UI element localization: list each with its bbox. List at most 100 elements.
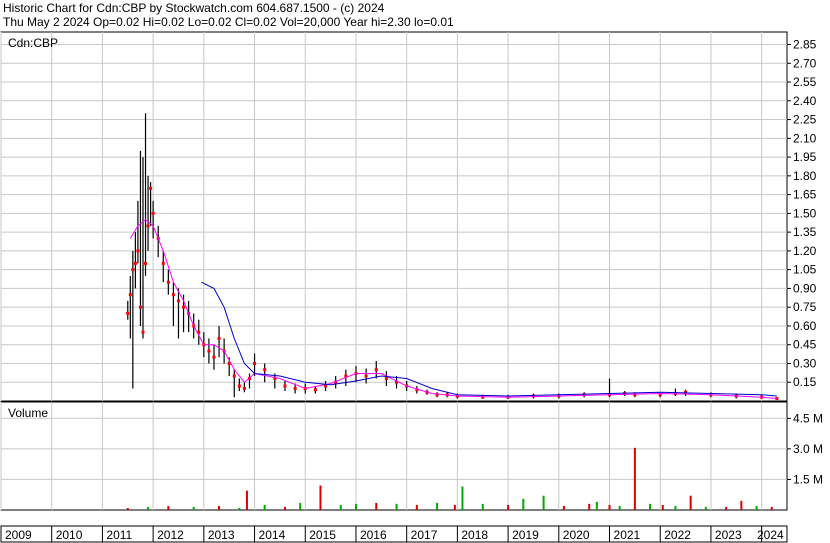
x-tick-label: 2010	[56, 528, 83, 542]
price-close-dot	[374, 368, 378, 372]
price-tick-label: 0.30	[793, 356, 817, 370]
price-close-dot	[141, 330, 145, 334]
x-tick-label: 2015	[309, 528, 336, 542]
volume-bar	[507, 504, 510, 510]
price-close-dot	[149, 186, 153, 190]
volume-tick-label: 3.0 M	[793, 442, 823, 456]
price-close-dot	[364, 374, 368, 378]
price-axis-ticks: 2.85 2.70 2.55 2.40 2.25 2.10 1.95 1.80 1.65 1.50…	[787, 38, 817, 389]
volume-bar	[375, 502, 378, 510]
volume-bar	[299, 502, 302, 510]
volume-bar	[661, 504, 664, 510]
price-close-dot	[146, 224, 150, 228]
price-close-dot	[136, 249, 140, 253]
x-tick-label: 2017	[411, 528, 438, 542]
price-tick-label: 2.40	[793, 94, 817, 108]
stock-chart: 2.85 2.70 2.55 2.40 2.25 2.10 1.95 1.80 1.65 1.50…	[0, 31, 823, 543]
price-close-dot	[182, 305, 186, 309]
price-close-dot	[293, 386, 297, 390]
price-close-dot	[263, 368, 267, 372]
volume-bar	[339, 504, 342, 510]
price-tick-label: 0.90	[793, 281, 817, 295]
x-tick-label: 2013	[208, 528, 235, 542]
volume-bar	[588, 503, 591, 510]
volume-bar	[725, 506, 728, 510]
volume-bar	[415, 504, 418, 510]
price-close-dot	[176, 299, 180, 303]
volume-panel-title: Volume	[8, 406, 48, 420]
price-tick-label: 1.80	[793, 169, 817, 183]
volume-bar	[245, 490, 248, 510]
price-tick-label: 1.50	[793, 206, 817, 220]
x-tick-label: 2018	[461, 528, 488, 542]
volume-bar	[263, 504, 266, 510]
price-tick-label: 1.95	[793, 150, 817, 164]
volume-bar	[704, 506, 707, 510]
price-close-dot	[133, 261, 137, 265]
volume-bar	[542, 495, 545, 510]
price-tick-label: 1.20	[793, 244, 817, 258]
price-close-dot	[313, 388, 317, 392]
volume-bar	[354, 503, 357, 510]
price-close-dot	[144, 261, 148, 265]
x-tick-label: 2024	[757, 528, 784, 542]
x-tick-label: 2011	[106, 528, 132, 542]
volume-bar	[192, 506, 195, 510]
volume-bar	[283, 506, 286, 510]
volume-bar	[618, 505, 621, 510]
price-close-dot	[171, 293, 175, 297]
volume-bar	[649, 503, 652, 510]
x-tick-label: 2020	[563, 528, 590, 542]
price-tick-label: 2.10	[793, 131, 817, 145]
price-tick-label: 1.05	[793, 263, 817, 277]
x-tick-label: 2016	[360, 528, 387, 542]
volume-tick-label: 4.5 M	[793, 411, 823, 425]
volume-bar	[167, 505, 170, 510]
volume-bar	[461, 486, 464, 510]
price-close-dot	[128, 293, 132, 297]
price-close-dot	[207, 349, 211, 353]
volume-tick-label: 1.5 M	[793, 472, 823, 486]
volume-bar	[674, 505, 677, 510]
price-tick-label: 1.35	[793, 225, 817, 239]
volume-bar	[595, 501, 598, 510]
volume-bar	[755, 505, 758, 510]
price-close-dot	[161, 261, 165, 265]
x-tick-label: 2012	[157, 528, 184, 542]
volume-bar	[147, 506, 150, 510]
volume-bar	[770, 506, 773, 510]
price-close-dot	[126, 311, 130, 315]
price-tick-label: 0.75	[793, 300, 817, 314]
price-close-dot	[242, 386, 246, 390]
price-close-dot	[253, 361, 257, 365]
volume-bar	[689, 495, 692, 510]
price-tick-label: 0.45	[793, 338, 817, 352]
price-close-dot	[237, 384, 241, 388]
volume-bar	[522, 498, 525, 510]
price-panel-title: Cdn:CBP	[8, 36, 58, 50]
price-close-dot	[232, 374, 236, 378]
price-close-dot	[283, 384, 287, 388]
volume-bar	[608, 504, 611, 510]
price-close-dot	[384, 376, 388, 380]
price-tick-label: 1.65	[793, 188, 817, 202]
price-close-dot	[166, 280, 170, 284]
volume-bar	[453, 504, 456, 510]
price-tick-label: 2.25	[793, 113, 817, 127]
price-close-dot	[151, 211, 155, 215]
x-tick-label: 2023	[715, 528, 742, 542]
price-tick-label: 0.60	[793, 319, 817, 333]
price-close-dot	[138, 305, 142, 309]
price-tick-label: 0.15	[793, 375, 817, 389]
price-panel	[0, 31, 788, 402]
volume-bar	[218, 505, 221, 510]
volume-bar	[126, 507, 129, 510]
x-tick-label: 2021	[614, 528, 641, 542]
price-tick-label: 2.70	[793, 56, 817, 70]
price-close-dot	[212, 355, 216, 359]
volume-bar	[562, 505, 565, 510]
price-tick-label: 2.85	[793, 38, 817, 52]
x-tick-label: 2022	[664, 528, 691, 542]
x-tick-label: 2009	[5, 528, 32, 542]
x-tick-label: 2014	[259, 528, 286, 542]
